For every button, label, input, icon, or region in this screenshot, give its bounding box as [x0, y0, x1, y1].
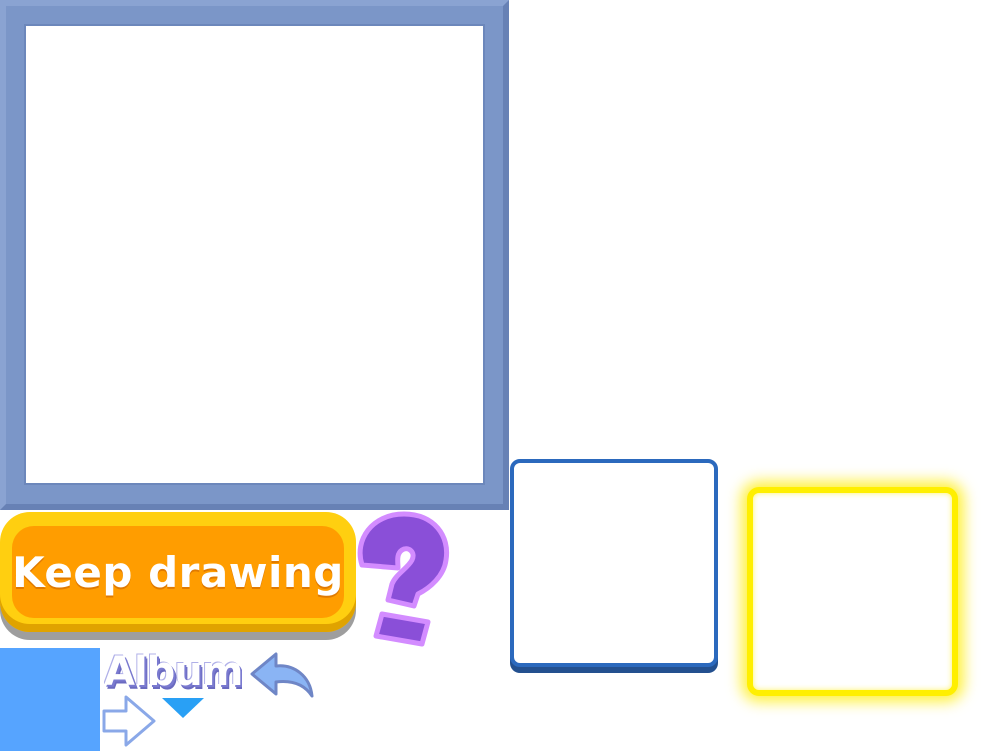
picture-frame: [0, 0, 509, 510]
drawing-canvas[interactable]: [24, 24, 485, 485]
album-slot-face: [510, 459, 718, 667]
down-triangle-icon[interactable]: [160, 696, 206, 720]
album-slot-selected[interactable]: [747, 487, 958, 696]
curved-back-arrow-icon[interactable]: [248, 650, 318, 700]
right-arrow-icon[interactable]: [100, 693, 158, 749]
album-slot[interactable]: [510, 459, 718, 673]
keep-drawing-button-face: Keep drawing: [12, 526, 344, 618]
keep-drawing-button[interactable]: Keep drawing: [0, 512, 356, 640]
question-mark-icon[interactable]: [352, 510, 452, 650]
color-swatch-blue: [0, 648, 100, 751]
album-title: Album: [104, 650, 243, 692]
keep-drawing-label: Keep drawing: [12, 547, 344, 597]
